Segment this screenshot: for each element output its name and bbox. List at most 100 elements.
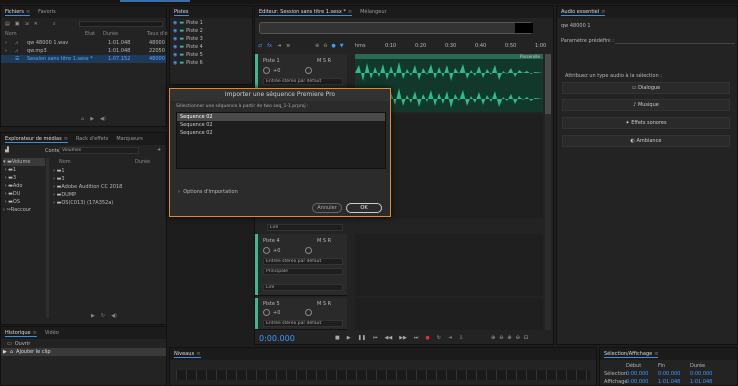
eye-icon[interactable]: ◉ bbox=[173, 52, 177, 58]
track-item[interactable]: ◉ ▬ Piste 3 bbox=[170, 35, 252, 43]
eye-icon[interactable]: ◉ bbox=[173, 60, 177, 66]
eq-icon[interactable]: ≋ bbox=[286, 43, 290, 49]
tab-markers[interactable]: Marqueurs bbox=[116, 136, 143, 142]
track-item[interactable]: ◉ ▬ Piste 4 bbox=[170, 43, 252, 51]
ok-button[interactable]: OK bbox=[346, 203, 382, 213]
contents-select[interactable]: Volumes bbox=[59, 147, 139, 154]
tab-history[interactable]: Historique ≡ bbox=[5, 330, 37, 337]
go-end-icon[interactable]: ⏭ bbox=[414, 335, 419, 341]
tab-video[interactable]: Vidéo bbox=[45, 330, 59, 336]
marker-icon[interactable]: ▼ bbox=[340, 43, 344, 49]
overview-bar[interactable] bbox=[259, 22, 533, 34]
expand-icon[interactable]: › bbox=[5, 40, 7, 46]
selection-start[interactable]: 0:00.000 bbox=[626, 371, 648, 377]
zoom-out-time-icon[interactable]: ⊖ bbox=[516, 335, 520, 341]
play-icon[interactable]: ▶ bbox=[91, 313, 95, 319]
col-name[interactable]: Nom bbox=[5, 31, 17, 37]
tab-editor[interactable]: Editeur: Session sans titre 1.sesx * ≡ bbox=[259, 9, 353, 16]
audio-file-icon[interactable]: ▤ bbox=[5, 21, 10, 27]
speaker-icon[interactable]: ◀) bbox=[111, 313, 117, 319]
track-name[interactable]: Piste 5 bbox=[263, 301, 280, 307]
eye-icon[interactable]: ◉ bbox=[173, 36, 177, 42]
pan-knob[interactable] bbox=[305, 309, 312, 316]
list-item[interactable]: › ▬ DUMP bbox=[53, 191, 163, 199]
col-duration[interactable]: Durée bbox=[135, 159, 150, 165]
level-icon[interactable]: ▟ bbox=[5, 147, 9, 153]
preset-select[interactable] bbox=[615, 36, 735, 44]
folder-icon[interactable]: ▣ bbox=[15, 21, 20, 27]
tree-item[interactable]: › ▬ OS bbox=[3, 198, 45, 206]
sequence-item[interactable]: Sequence 02 bbox=[177, 129, 385, 137]
scroll-thumb[interactable] bbox=[545, 54, 551, 114]
input-select[interactable]: Entrée stéréo par défaut bbox=[263, 78, 343, 85]
rewind-icon[interactable]: ◀◀ bbox=[385, 335, 393, 341]
tree-item[interactable]: › ▬ 3 bbox=[3, 174, 45, 182]
search-icon[interactable]: ⌕ bbox=[53, 21, 56, 27]
zoom-in-amplitude-icon[interactable]: ⊕ bbox=[491, 335, 495, 341]
zoom-out-amplitude-icon[interactable]: ⊖ bbox=[499, 335, 503, 341]
track-name[interactable]: Piste 4 bbox=[263, 238, 280, 244]
loop-icon[interactable]: ↻ bbox=[101, 313, 105, 319]
close-file-icon[interactable]: ✕ bbox=[34, 21, 38, 27]
history-item[interactable]: ▭ Ouvrir bbox=[1, 340, 166, 348]
sends-icon[interactable]: ⇥ bbox=[277, 43, 281, 49]
tree-item[interactable]: ▾ ▬ Volume bbox=[3, 158, 45, 166]
file-row-selected[interactable]: ☰ Session sans titre 1.sesx * 1:07.152 4… bbox=[1, 55, 166, 63]
tab-effects-rack[interactable]: Rack d'effets bbox=[76, 136, 108, 142]
view-end[interactable]: 1:01.048 bbox=[658, 379, 680, 385]
zoom-in-time-icon[interactable]: ⊕ bbox=[507, 335, 511, 341]
track-item[interactable]: ◉ ▬ Piste 2 bbox=[170, 27, 252, 35]
col-rate[interactable]: Taux d'é bbox=[147, 31, 168, 37]
fx-icon[interactable]: fx bbox=[267, 43, 272, 49]
eye-icon[interactable]: ◉ bbox=[173, 44, 177, 50]
selection-duration[interactable]: 0:00.000 bbox=[690, 371, 712, 377]
editor-scrollbar[interactable] bbox=[545, 54, 551, 330]
speaker-icon[interactable]: ◀) bbox=[100, 116, 106, 122]
ambience-button[interactable]: ◐ Ambiance bbox=[562, 135, 730, 147]
stop-icon[interactable]: ■ bbox=[335, 335, 340, 341]
selection-end[interactable]: 0:00.000 bbox=[658, 371, 680, 377]
eye-icon[interactable]: ◉ bbox=[173, 20, 177, 26]
history-item-selected[interactable]: ▶ ⌂ Ajouter le clip bbox=[1, 348, 166, 356]
sync-icon[interactable]: ⇄ bbox=[258, 43, 262, 49]
add-icon[interactable]: + bbox=[157, 147, 161, 153]
media-scrollbar[interactable] bbox=[46, 158, 49, 318]
sfx-button[interactable]: ✦ Effets sonores bbox=[562, 117, 730, 129]
tab-mixer[interactable]: Mélangeur bbox=[360, 9, 387, 15]
col-name[interactable]: Nom bbox=[59, 159, 71, 165]
time-ruler[interactable]: hms 0:10 0:20 0:30 0:40 0:50 1:00 bbox=[355, 43, 546, 53]
output-select[interactable]: Principale bbox=[263, 268, 343, 275]
read-mode-select[interactable]: Lire bbox=[263, 284, 343, 291]
go-start-icon[interactable]: ⏮ bbox=[373, 335, 378, 341]
track-item[interactable]: ◉ ▬ Piste 5 bbox=[170, 51, 252, 59]
list-item[interactable]: › ▬ Adobe Audition CC 2018 bbox=[53, 183, 163, 191]
search-input[interactable] bbox=[79, 21, 163, 27]
mixdown-icon[interactable]: ⇩ bbox=[459, 335, 463, 341]
skip-icon[interactable]: ⇥ bbox=[448, 335, 452, 341]
dialogue-button[interactable]: ▭ Dialogue bbox=[562, 82, 730, 94]
tree-item[interactable]: › ✂ Raccour bbox=[3, 206, 45, 214]
file-row[interactable]: › ⩘ qw.mp3 1:01.048 22050 bbox=[1, 47, 166, 55]
input-select[interactable]: Entrée stéréo par défaut bbox=[263, 258, 343, 265]
sequence-item[interactable]: Sequence 02 bbox=[177, 121, 385, 129]
record-icon[interactable]: ● bbox=[425, 335, 429, 341]
file-row[interactable]: › ⩘ qw 48000 1.wav 1:01.048 48000 bbox=[1, 39, 166, 47]
volume-knob[interactable] bbox=[263, 309, 270, 316]
pan-knob[interactable] bbox=[305, 67, 312, 74]
track-name[interactable]: Piste 1 bbox=[263, 58, 280, 64]
list-item[interactable]: › ▬ 1 bbox=[53, 167, 163, 175]
play-icon[interactable]: ▶ bbox=[90, 116, 94, 122]
forward-icon[interactable]: ▶▶ bbox=[399, 335, 407, 341]
play-icon[interactable]: ▶ bbox=[347, 335, 351, 341]
settings-icon[interactable]: ● bbox=[331, 43, 335, 49]
volume-knob[interactable] bbox=[263, 247, 270, 254]
tab-files[interactable]: Fichiers ≡ bbox=[5, 9, 31, 16]
zoom-out-icon[interactable]: ⊖ bbox=[323, 43, 327, 49]
timecode-display[interactable]: 0:00.000 bbox=[259, 334, 295, 343]
loop-icon[interactable]: ↻ bbox=[437, 335, 441, 341]
sequence-item[interactable]: Sequence 02 bbox=[177, 113, 385, 121]
col-state[interactable]: Etat bbox=[85, 31, 95, 37]
track-item[interactable]: ◉ ▬ Piste 1 bbox=[170, 19, 252, 27]
pan-knob[interactable] bbox=[305, 247, 312, 254]
eye-icon[interactable]: ◉ bbox=[173, 28, 177, 34]
